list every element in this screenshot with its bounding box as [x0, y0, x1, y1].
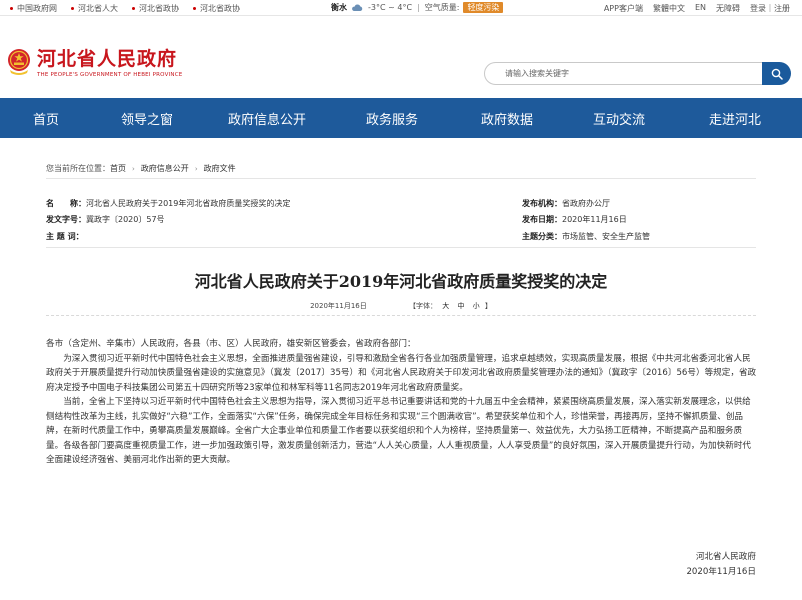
meta-docno-value: 冀政字〔2020〕57号: [86, 215, 165, 224]
chevron-right-icon: ›: [132, 164, 135, 173]
paragraph: 为深入贯彻习近平新时代中国特色社会主义思想，全面推进质量强省建设，引导和激励全省…: [46, 353, 757, 393]
signature-issuer: 河北省人民政府: [695, 552, 756, 562]
related-link-label: 河北省政协: [200, 4, 240, 13]
top-utility-bar: 中国政府网 河北省人大 河北省政协 河北省政协 衡水 -3°C ~ 4°C | …: [0, 0, 802, 16]
related-links: 中国政府网 河北省人大 河北省政协 河北省政协: [10, 3, 254, 14]
related-link[interactable]: 河北省政协: [193, 3, 240, 14]
english-link[interactable]: EN: [695, 3, 706, 14]
weather-widget: 衡水 -3°C ~ 4°C | 空气质量: 轻度污染: [331, 2, 504, 13]
accessibility-link[interactable]: 无障碍: [716, 3, 740, 14]
national-emblem-icon: [8, 49, 30, 75]
related-link[interactable]: 河北省政协: [132, 3, 179, 14]
main-navigation: 首页 领导之窗 政府信息公开 政务服务 政府数据 互动交流 走进河北: [0, 98, 802, 138]
font-size-medium[interactable]: 中: [457, 302, 464, 310]
nav-item-gov-info[interactable]: 政府信息公开: [202, 109, 332, 128]
weather-divider: |: [417, 3, 420, 12]
meta-category-label: 主题分类：: [522, 232, 562, 241]
aqi-label: 空气质量:: [424, 3, 460, 12]
search-bar: [484, 62, 791, 85]
nav-item-services[interactable]: 政务服务: [332, 109, 452, 128]
font-size-label: 【字体：: [408, 302, 437, 310]
weather-city: 衡水: [331, 3, 347, 12]
document-date: 2020年11月16日: [310, 302, 367, 310]
meta-category-row: 主题分类： 市场监管、安全生产监管: [522, 231, 650, 242]
nav-item-interaction[interactable]: 互动交流: [562, 109, 676, 128]
meta-topic-row: 主 题 词：: [46, 231, 84, 242]
site-header: 河北省人民政府 THE PEOPLE'S GOVERNMENT OF HEBEI…: [0, 16, 802, 98]
bullet-icon: [71, 7, 74, 10]
bullet-icon: [132, 7, 135, 10]
utility-tools: APP客户端 繁體中文 EN 无障碍 登录｜注册: [594, 3, 790, 14]
meta-docno-row: 发文字号： 冀政字〔2020〕57号: [46, 214, 165, 225]
meta-issuer-row: 发布机构： 省政府办公厅: [522, 198, 610, 209]
meta-category-value: 市场监管、安全生产监管: [562, 232, 650, 241]
related-link[interactable]: 中国政府网: [10, 3, 57, 14]
nav-item-home[interactable]: 首页: [0, 109, 92, 128]
bullet-icon: [10, 7, 13, 10]
salutation: 各市（含定州、辛集市）人民政府，各县（市、区）人民政府，雄安新区管委会，省政府各…: [46, 339, 416, 349]
bullet-icon: [193, 7, 196, 10]
font-size-bracket: 】: [484, 302, 492, 310]
search-icon: [771, 68, 783, 80]
meta-date-label: 发布日期：: [522, 215, 562, 224]
meta-docno-label: 发文字号：: [46, 215, 86, 224]
cloud-icon: [352, 3, 363, 11]
font-size-large[interactable]: 大: [442, 302, 449, 310]
related-link-label: 中国政府网: [17, 4, 57, 13]
nav-item-gov-data[interactable]: 政府数据: [452, 109, 562, 128]
font-size-small[interactable]: 小: [473, 302, 480, 310]
related-link[interactable]: 河北省人大: [71, 3, 118, 14]
document-info: 2020年11月16日 【字体： 大 中 小 】: [0, 301, 802, 311]
document-body: 各市（含定州、辛集市）人民政府，各县（市、区）人民政府，雄安新区管委会，省政府各…: [46, 337, 758, 468]
site-subtitle: THE PEOPLE'S GOVERNMENT OF HEBEI PROVINC…: [37, 72, 183, 78]
breadcrumb-gov-docs[interactable]: 政府文件: [204, 163, 236, 174]
meta-issuer-label: 发布机构：: [522, 199, 562, 208]
related-link-label: 河北省政协: [139, 4, 179, 13]
meta-date-row: 发布日期： 2020年11月16日: [522, 214, 627, 225]
app-client-link[interactable]: APP客户端: [604, 3, 643, 14]
meta-topic-label: 主 题 词：: [46, 232, 84, 241]
login-register-link[interactable]: 登录｜注册: [750, 3, 790, 14]
search-input[interactable]: [484, 62, 769, 85]
site-title: 河北省人民政府: [37, 48, 178, 70]
divider: [46, 247, 756, 248]
meta-name-value: 河北省人民政府关于2019年河北省政府质量奖授奖的决定: [86, 199, 291, 208]
related-link-label: 河北省人大: [78, 4, 118, 13]
article-content: 您当前所在位置： 首页 › 政府信息公开 › 政府文件 名 称： 河北省人民政府…: [0, 138, 802, 600]
signature-date: 2020年11月16日: [686, 566, 756, 577]
site-logo[interactable]: 河北省人民政府 THE PEOPLE'S GOVERNMENT OF HEBEI…: [6, 48, 182, 78]
divider: [46, 178, 756, 179]
breadcrumb: 您当前所在位置： 首页 › 政府信息公开 › 政府文件: [46, 163, 236, 174]
breadcrumb-home[interactable]: 首页: [110, 163, 126, 174]
search-button[interactable]: [762, 62, 791, 85]
chevron-right-icon: ›: [194, 164, 198, 173]
weather-temp: -3°C ~ 4°C: [368, 3, 413, 12]
traditional-chinese-link[interactable]: 繁體中文: [653, 3, 685, 14]
meta-name-row: 名 称： 河北省人民政府关于2019年河北省政府质量奖授奖的决定: [46, 198, 290, 209]
paragraph: 当前，全省上下坚持以习近平新时代中国特色社会主义思想为指导，深入贯彻习近平总书记…: [46, 397, 752, 465]
signature-block: 河北省人民政府 2020年11月16日: [686, 550, 756, 579]
meta-name-label: 名 称：: [46, 199, 86, 208]
nav-item-about-hebei[interactable]: 走进河北: [676, 109, 794, 128]
document-title: 河北省人民政府关于2019年河北省政府质量奖授奖的决定: [194, 272, 608, 291]
meta-issuer-value: 省政府办公厅: [562, 199, 610, 208]
meta-date-value: 2020年11月16日: [562, 215, 627, 224]
font-size-switcher: 【字体： 大 中 小 】: [409, 302, 492, 310]
divider: [46, 315, 756, 316]
breadcrumb-gov-info[interactable]: 政府信息公开: [141, 163, 189, 174]
aqi-badge: 轻度污染: [463, 2, 504, 13]
breadcrumb-prefix: 您当前所在位置：: [46, 164, 110, 173]
nav-item-leaders[interactable]: 领导之窗: [92, 109, 202, 128]
